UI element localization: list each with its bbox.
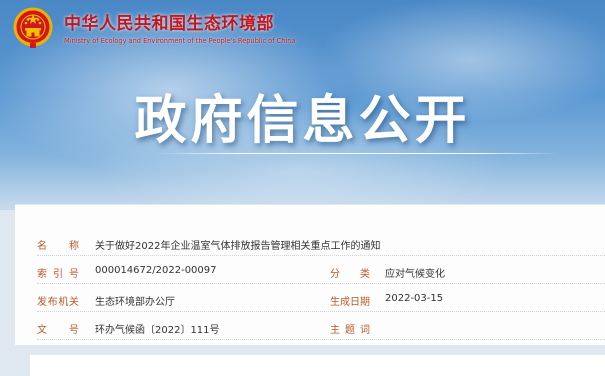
- issuer-value: 生态环境部办公厅: [95, 297, 175, 308]
- ministry-name-en: Ministry of Ecology and Environment of t…: [64, 36, 296, 45]
- name-value: 关于做好2022年企业温室气体排放报告管理相关重点工作的通知: [95, 241, 381, 252]
- content-area: [30, 354, 605, 376]
- site-logo[interactable]: 中华人民共和国生态环境部 Ministry of Ecology and Env…: [10, 6, 295, 52]
- docno-label: 文号: [37, 325, 79, 336]
- meta-row-issuer: 发布机关 生态环境部办公厅 生成日期 2022-03-15: [37, 285, 605, 312]
- document-metadata-panel: 名称 关于做好2022年企业温室气体排放报告管理相关重点工作的通知 索引号 00…: [15, 204, 605, 345]
- subject-label: 主题词: [330, 325, 370, 336]
- name-label: 名称: [37, 241, 79, 252]
- category-value: 应对气候变化: [385, 269, 445, 280]
- national-emblem-icon: [13, 7, 53, 48]
- date-value: 2022-03-15: [385, 293, 444, 304]
- meta-row-docno: 文号 环办气候函〔2022〕111号 主题词: [37, 313, 605, 340]
- index-label: 索引号: [37, 269, 79, 280]
- title-underline: [158, 153, 558, 154]
- category-label: 分类: [330, 269, 370, 280]
- issuer-label: 发布机关: [37, 297, 79, 308]
- ministry-name-cn: 中华人民共和国生态环境部: [64, 13, 274, 34]
- date-label: 生成日期: [330, 297, 370, 308]
- meta-row-index: 索引号 000014672/2022-00097 分类 应对气候变化: [37, 257, 605, 284]
- header-banner: 中华人民共和国生态环境部 Ministry of Ecology and Env…: [0, 0, 605, 210]
- index-value: 000014672/2022-00097: [95, 265, 217, 276]
- meta-row-name: 名称 关于做好2022年企业温室气体排放报告管理相关重点工作的通知: [37, 229, 605, 256]
- page-title: 政府信息公开: [134, 91, 471, 151]
- docno-value: 环办气候函〔2022〕111号: [95, 325, 220, 336]
